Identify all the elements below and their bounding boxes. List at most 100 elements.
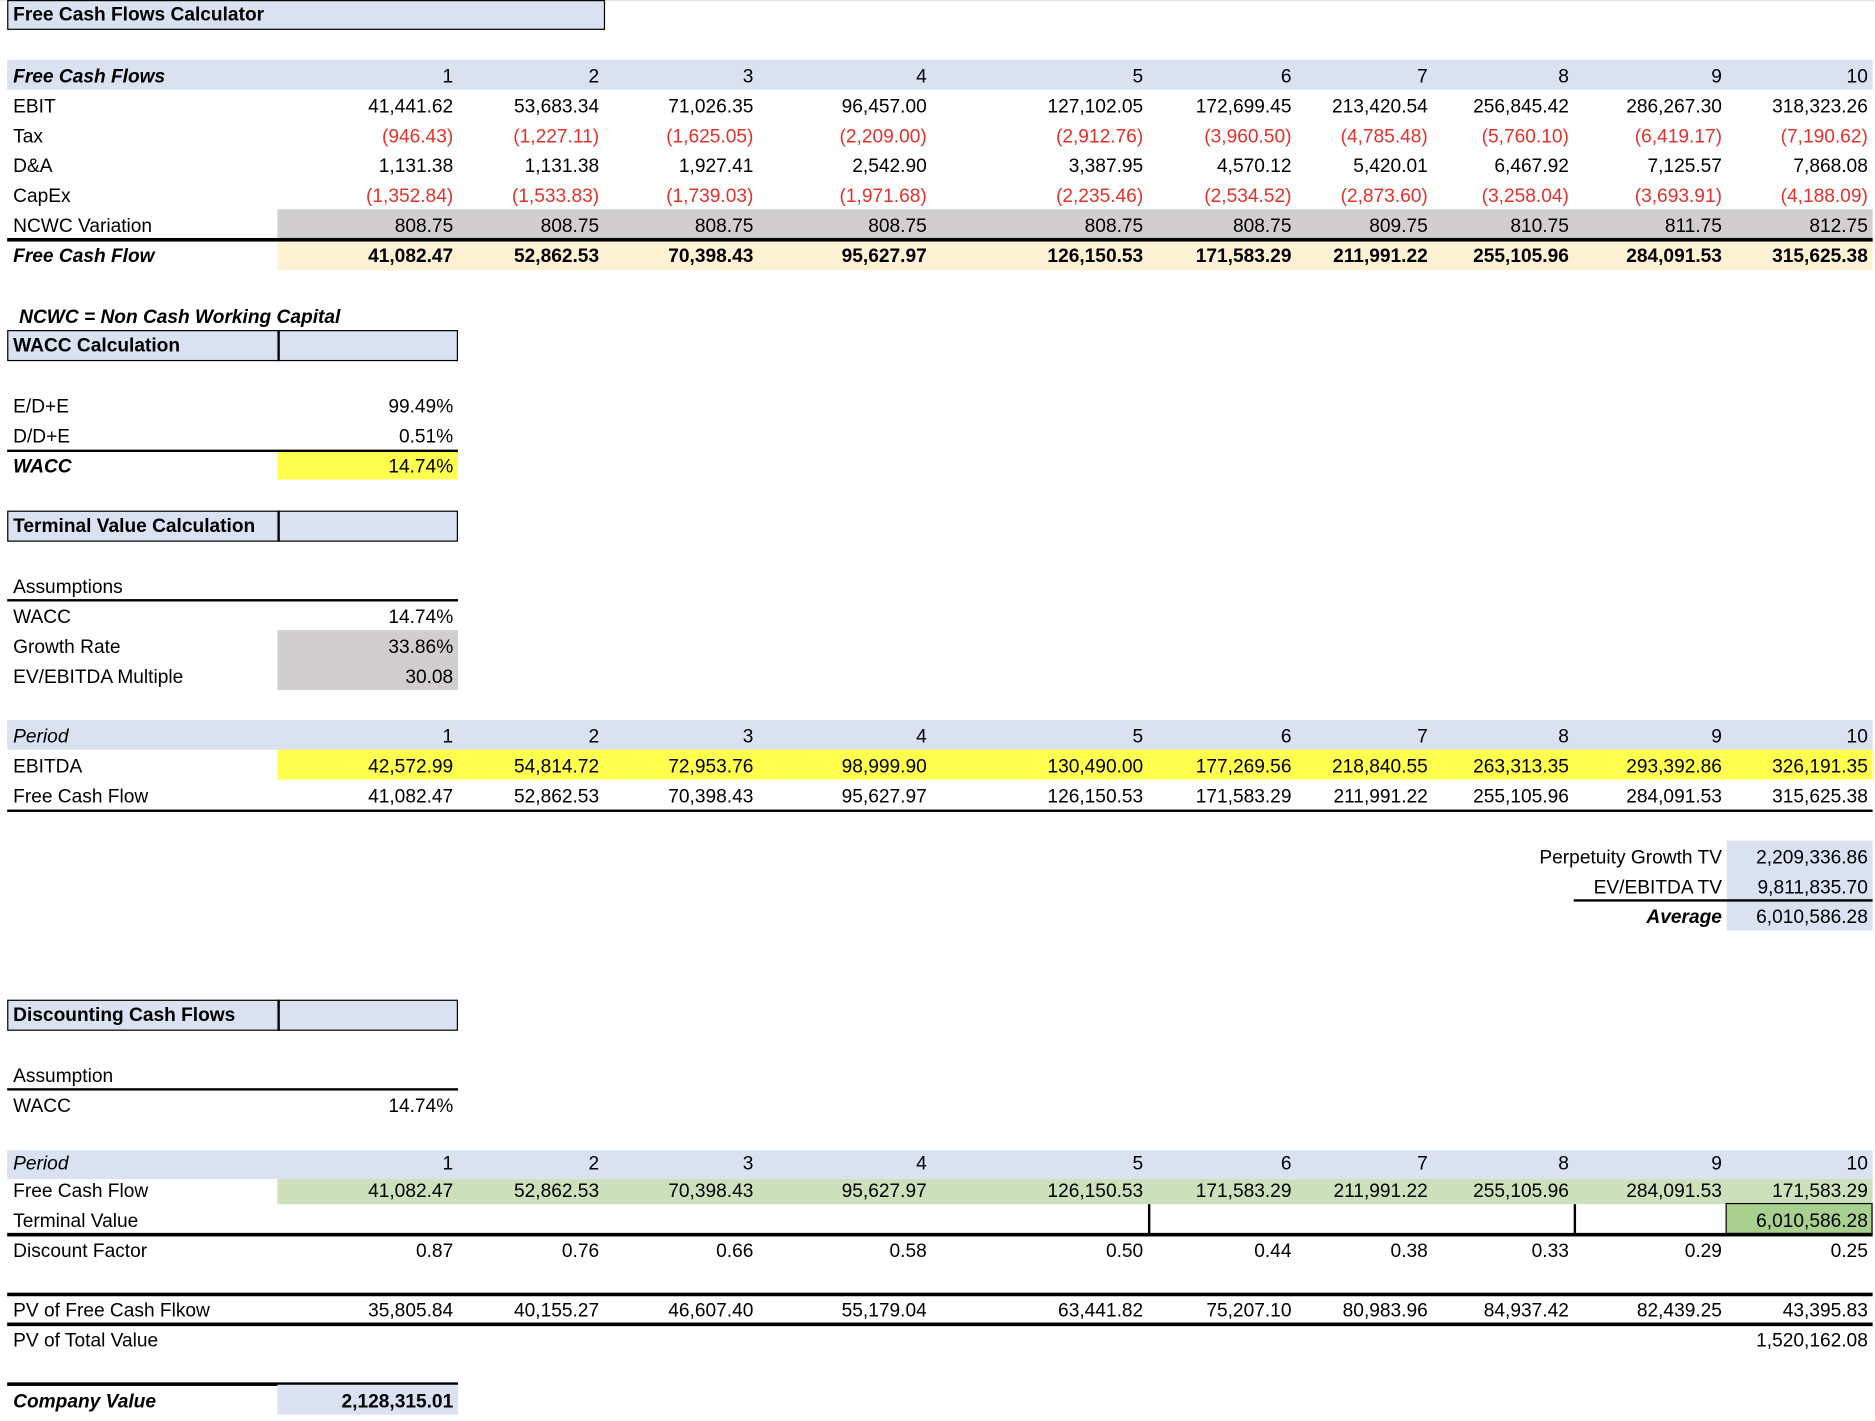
company-value[interactable]: 2,128,315.01 (277, 1385, 458, 1415)
ebitda-value[interactable]: 177,269.56 (1148, 750, 1296, 780)
discount-fcf-value[interactable]: 171,583.29 (1148, 1174, 1296, 1204)
period-header[interactable]: 5 (932, 720, 1148, 750)
ncwc-value[interactable]: 808.75 (277, 209, 458, 239)
ebit-value[interactable]: 127,102.05 (932, 90, 1148, 120)
ebit-value[interactable]: 286,267.30 (1574, 90, 1727, 120)
discount-fcf-value[interactable]: 211,991.22 (1296, 1174, 1432, 1204)
pv-fcf-value[interactable]: 46,607.40 (604, 1294, 758, 1324)
ncwc-value[interactable]: 811.75 (1574, 209, 1727, 239)
period-header[interactable]: 6 (1148, 720, 1296, 750)
ebitda-value[interactable]: 42,572.99 (277, 750, 458, 780)
ebit-value[interactable]: 256,845.42 (1433, 90, 1574, 120)
period-header[interactable]: 2 (458, 60, 604, 90)
period-header[interactable]: 3 (604, 60, 758, 90)
fcf-value[interactable]: 126,150.53 (932, 239, 1148, 269)
wacc-value[interactable]: 14.74% (277, 450, 458, 480)
wacc-value[interactable]: 99.49% (277, 390, 458, 420)
ncwc-value[interactable]: 808.75 (604, 209, 758, 239)
tv-fcf-value[interactable]: 284,091.53 (1574, 780, 1727, 810)
period-header[interactable]: 2 (458, 720, 604, 750)
tv-fcf-value[interactable]: 126,150.53 (932, 780, 1148, 810)
tax-value[interactable]: (6,419.17) (1574, 120, 1727, 150)
period-header[interactable]: 6 (1148, 60, 1296, 90)
discount-factor-value[interactable]: 0.58 (758, 1234, 931, 1264)
ebit-value[interactable]: 172,699.45 (1148, 90, 1296, 120)
capex-value[interactable]: (1,739.03) (604, 179, 758, 209)
period-header[interactable]: 2 (458, 1147, 604, 1177)
period-header[interactable]: 5 (932, 60, 1148, 90)
ebitda-value[interactable]: 130,490.00 (932, 750, 1148, 780)
pv-fcf-value[interactable]: 35,805.84 (277, 1294, 458, 1324)
ebit-value[interactable]: 41,441.62 (277, 90, 458, 120)
pv-fcf-value[interactable]: 43,395.83 (1727, 1294, 1873, 1324)
period-header[interactable]: 10 (1727, 720, 1873, 750)
fcf-value[interactable]: 41,082.47 (277, 239, 458, 269)
ebitda-value[interactable]: 326,191.35 (1727, 750, 1873, 780)
discount-factor-value[interactable]: 0.33 (1433, 1234, 1574, 1264)
tax-value[interactable]: (5,760.10) (1433, 120, 1574, 150)
fcf-value[interactable]: 255,105.96 (1433, 239, 1574, 269)
discount-factor-value[interactable]: 0.44 (1148, 1234, 1296, 1264)
discount-factor-value[interactable]: 0.29 (1574, 1234, 1727, 1264)
assumption-value[interactable]: 33.86% (277, 630, 458, 660)
tv-fcf-value[interactable]: 211,991.22 (1296, 780, 1432, 810)
tv-fcf-value[interactable]: 315,625.38 (1727, 780, 1873, 810)
da-value[interactable]: 1,131.38 (458, 149, 604, 179)
tax-value[interactable]: (946.43) (277, 120, 458, 150)
discount-fcf-value[interactable]: 171,583.29 (1727, 1174, 1873, 1204)
ncwc-value[interactable]: 808.75 (932, 209, 1148, 239)
ebitda-value[interactable]: 72,953.76 (604, 750, 758, 780)
da-value[interactable]: 5,420.01 (1296, 149, 1432, 179)
pv-fcf-value[interactable]: 80,983.96 (1296, 1294, 1432, 1324)
capex-value[interactable]: (1,533.83) (458, 179, 604, 209)
capex-value[interactable]: (1,352.84) (277, 179, 458, 209)
period-header[interactable]: 4 (758, 720, 931, 750)
tv-result-value[interactable]: 9,811,835.70 (1727, 871, 1873, 901)
pv-total-value[interactable]: 1,520,162.08 (1574, 1324, 1873, 1354)
fcf-value[interactable]: 284,091.53 (1574, 239, 1727, 269)
discount-fcf-value[interactable]: 284,091.53 (1574, 1174, 1727, 1204)
ebit-value[interactable]: 318,323.26 (1727, 90, 1873, 120)
discount-fcf-value[interactable]: 41,082.47 (277, 1174, 458, 1204)
da-value[interactable]: 7,868.08 (1727, 149, 1873, 179)
pv-fcf-value[interactable]: 84,937.42 (1433, 1294, 1574, 1324)
period-header[interactable]: 8 (1433, 1147, 1574, 1177)
tax-value[interactable]: (7,190.62) (1727, 120, 1873, 150)
period-header[interactable]: 6 (1148, 1147, 1296, 1177)
discount-factor-value[interactable]: 0.76 (458, 1234, 604, 1264)
pv-fcf-value[interactable]: 82,439.25 (1574, 1294, 1727, 1324)
da-value[interactable]: 3,387.95 (932, 149, 1148, 179)
discount-wacc-value[interactable]: 14.74% (277, 1089, 458, 1119)
capex-value[interactable]: (4,188.09) (1727, 179, 1873, 209)
period-header[interactable]: 5 (932, 1147, 1148, 1177)
period-header[interactable]: 4 (758, 60, 931, 90)
discount-fcf-value[interactable]: 255,105.96 (1433, 1174, 1574, 1204)
period-header[interactable]: 8 (1433, 60, 1574, 90)
tv-result-value[interactable]: 6,010,586.28 (1727, 900, 1873, 930)
period-header[interactable]: 1 (277, 720, 458, 750)
pv-fcf-value[interactable]: 63,441.82 (932, 1294, 1148, 1324)
period-header[interactable]: 10 (1727, 60, 1873, 90)
fcf-value[interactable]: 52,862.53 (458, 239, 604, 269)
period-header[interactable]: 9 (1574, 1147, 1727, 1177)
ebit-value[interactable]: 53,683.34 (458, 90, 604, 120)
tv-fcf-value[interactable]: 171,583.29 (1148, 780, 1296, 810)
discount-factor-value[interactable]: 0.87 (277, 1234, 458, 1264)
tax-value[interactable]: (3,960.50) (1148, 120, 1296, 150)
fcf-value[interactable]: 70,398.43 (604, 239, 758, 269)
period-header[interactable]: 7 (1296, 720, 1432, 750)
tax-value[interactable]: (2,912.76) (932, 120, 1148, 150)
period-header[interactable]: 10 (1727, 1147, 1873, 1177)
da-value[interactable]: 4,570.12 (1148, 149, 1296, 179)
ebit-value[interactable]: 213,420.54 (1296, 90, 1432, 120)
fcf-value[interactable]: 95,627.97 (758, 239, 931, 269)
discount-fcf-value[interactable]: 126,150.53 (932, 1174, 1148, 1204)
assumption-value[interactable]: 30.08 (277, 660, 458, 690)
discount-fcf-value[interactable]: 52,862.53 (458, 1174, 604, 1204)
discount-factor-value[interactable]: 0.66 (604, 1234, 758, 1264)
tv-fcf-value[interactable]: 52,862.53 (458, 780, 604, 810)
ncwc-value[interactable]: 810.75 (1433, 209, 1574, 239)
ncwc-value[interactable]: 812.75 (1727, 209, 1873, 239)
tax-value[interactable]: (1,625.05) (604, 120, 758, 150)
ncwc-value[interactable]: 809.75 (1296, 209, 1432, 239)
